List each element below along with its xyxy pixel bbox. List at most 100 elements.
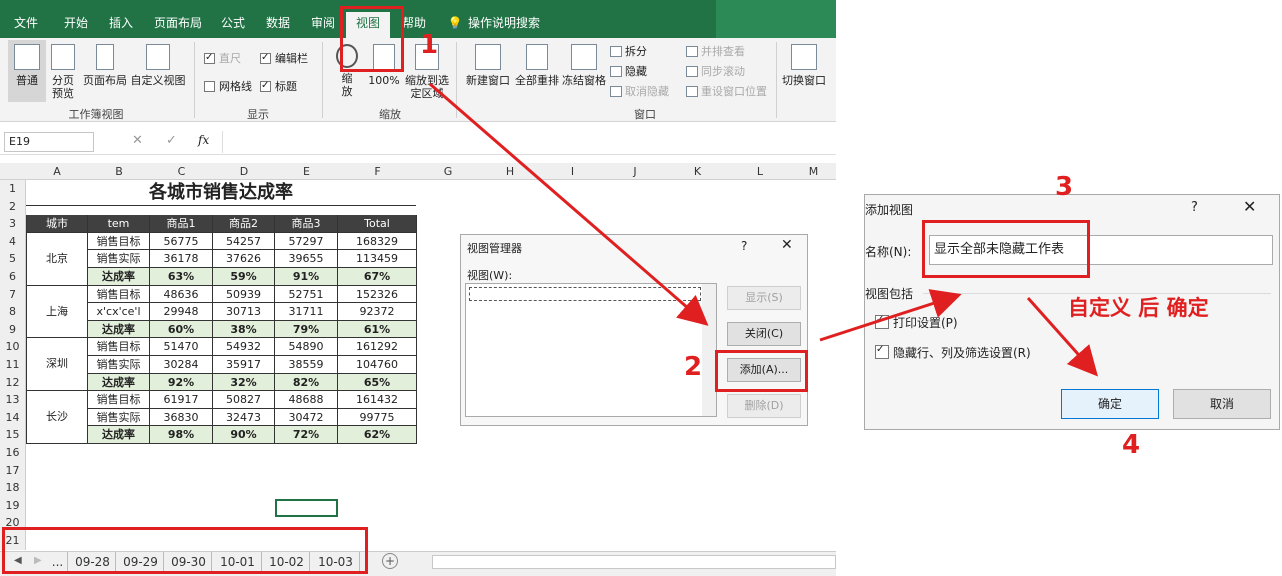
tab-file[interactable]: 文件 xyxy=(6,12,46,34)
cancel-icon[interactable]: ✕ xyxy=(132,133,143,148)
rate-cell[interactable]: 92% xyxy=(150,373,213,392)
table-cell[interactable]: 销售实际 xyxy=(88,250,150,268)
hide-window-button[interactable]: 隐藏 xyxy=(610,64,647,79)
table-header-cell[interactable]: 商品1 xyxy=(150,215,213,233)
tab-page-layout[interactable]: 页面布局 xyxy=(146,12,210,34)
column-header[interactable]: D xyxy=(213,163,275,180)
table-cell[interactable]: 29948 xyxy=(150,303,213,321)
list-focus-item[interactable] xyxy=(469,287,701,301)
reset-window-position-button[interactable]: 重设窗口位置 xyxy=(686,84,767,99)
delete-view-button[interactable]: 删除(D) xyxy=(727,394,801,418)
table-cell[interactable]: 104760 xyxy=(338,356,417,374)
city-cell[interactable]: 深圳 xyxy=(26,338,88,392)
close-icon[interactable]: ✕ xyxy=(1243,197,1256,216)
views-list[interactable] xyxy=(465,283,717,417)
table-cell[interactable]: 92372 xyxy=(338,303,417,321)
rate-cell[interactable]: 67% xyxy=(338,268,417,286)
table-cell[interactable]: 35917 xyxy=(213,356,275,374)
rate-cell[interactable]: 90% xyxy=(213,426,275,444)
table-cell[interactable]: 54890 xyxy=(275,338,338,356)
rate-cell[interactable]: 63% xyxy=(150,268,213,286)
table-cell[interactable]: 50939 xyxy=(213,285,275,304)
table-header-cell[interactable]: 商品3 xyxy=(275,215,338,233)
column-header[interactable]: C xyxy=(150,163,213,180)
table-header-cell[interactable]: 商品2 xyxy=(213,215,275,233)
table-cell[interactable]: 48688 xyxy=(275,391,338,409)
rate-cell[interactable]: 91% xyxy=(275,268,338,286)
table-cell[interactable]: 50827 xyxy=(213,391,275,409)
table-cell[interactable]: 51470 xyxy=(150,338,213,356)
table-cell[interactable]: 37626 xyxy=(213,250,275,268)
tab-home[interactable]: 开始 xyxy=(54,12,98,34)
table-header-cell[interactable]: Total xyxy=(338,215,417,233)
table-cell[interactable]: 销售实际 xyxy=(88,356,150,374)
table-cell[interactable]: 52751 xyxy=(275,285,338,304)
table-cell[interactable]: 销售目标 xyxy=(88,391,150,409)
table-cell[interactable]: 销售目标 xyxy=(88,338,150,356)
add-sheet-icon[interactable]: + xyxy=(382,553,398,569)
table-cell[interactable]: 48636 xyxy=(150,285,213,304)
tab-formulas[interactable]: 公式 xyxy=(212,12,254,34)
switch-windows-button[interactable]: 切换窗口 xyxy=(780,40,828,102)
column-header[interactable]: L xyxy=(729,163,791,180)
row-header[interactable]: 18 xyxy=(0,479,26,497)
formula-input[interactable] xyxy=(222,131,834,153)
formula-bar-checkbox[interactable]: 编辑栏 xyxy=(260,51,308,66)
list-scrollbar[interactable] xyxy=(702,284,716,416)
table-cell[interactable]: 54257 xyxy=(213,232,275,251)
row-header[interactable]: 17 xyxy=(0,461,26,480)
table-cell[interactable]: 销售目标 xyxy=(88,232,150,251)
table-header-cell[interactable]: 城市 xyxy=(26,215,88,233)
row-header[interactable]: 7 xyxy=(0,285,26,304)
ruler-checkbox[interactable]: 直尺 xyxy=(204,51,241,66)
column-header[interactable]: I xyxy=(541,163,604,180)
rate-cell[interactable]: 59% xyxy=(213,268,275,286)
rate-cell[interactable]: 82% xyxy=(275,373,338,392)
table-cell[interactable]: 38559 xyxy=(275,356,338,374)
hidden-rows-filter-checkbox[interactable]: 隐藏行、列及筛选设置(R) xyxy=(875,343,1031,361)
column-header[interactable]: K xyxy=(666,163,729,180)
arrange-all-button[interactable]: 全部重排 xyxy=(514,40,560,102)
row-header[interactable]: 9 xyxy=(0,320,26,339)
table-cell[interactable]: 161432 xyxy=(338,391,417,409)
rate-cell[interactable]: 72% xyxy=(275,426,338,444)
table-cell[interactable]: 39655 xyxy=(275,250,338,268)
view-side-by-side-button[interactable]: 并排查看 xyxy=(686,44,745,59)
table-cell[interactable]: 56775 xyxy=(150,232,213,251)
city-cell[interactable]: 长沙 xyxy=(26,391,88,444)
column-header[interactable]: B xyxy=(88,163,150,180)
row-header[interactable]: 8 xyxy=(0,303,26,321)
rate-cell[interactable]: 达成率 xyxy=(88,320,150,339)
tab-data[interactable]: 数据 xyxy=(256,12,300,34)
cancel-button[interactable]: 取消 xyxy=(1173,389,1271,419)
normal-view-button[interactable]: 普通 xyxy=(8,40,46,102)
tab-review[interactable]: 审阅 xyxy=(302,12,344,34)
table-cell[interactable]: 152326 xyxy=(338,285,417,304)
row-header[interactable]: 1 xyxy=(0,180,26,198)
rate-cell[interactable]: 98% xyxy=(150,426,213,444)
custom-views-button[interactable]: 自定义视图 xyxy=(130,40,186,102)
table-cell[interactable]: 36178 xyxy=(150,250,213,268)
print-settings-checkbox[interactable]: 打印设置(P) xyxy=(875,313,958,331)
rate-cell[interactable]: 达成率 xyxy=(88,373,150,392)
table-cell[interactable]: 31711 xyxy=(275,303,338,321)
freeze-panes-button[interactable]: 冻结窗格 xyxy=(562,40,606,102)
table-cell[interactable]: 54932 xyxy=(213,338,275,356)
row-header[interactable]: 5 xyxy=(0,250,26,268)
column-header[interactable]: G xyxy=(417,163,479,180)
table-cell[interactable]: 161292 xyxy=(338,338,417,356)
table-header-cell[interactable]: tem xyxy=(88,215,150,233)
split-button[interactable]: 拆分 xyxy=(610,44,647,59)
tab-insert[interactable]: 插入 xyxy=(100,12,142,34)
row-header[interactable]: 16 xyxy=(0,444,26,462)
page-layout-view-button[interactable]: 页面布局 xyxy=(82,40,128,102)
row-header[interactable]: 10 xyxy=(0,338,26,356)
name-box[interactable]: E19 xyxy=(4,132,94,152)
horizontal-scrollbar[interactable] xyxy=(432,555,836,569)
table-cell[interactable]: 168329 xyxy=(338,232,417,251)
column-header[interactable]: M xyxy=(791,163,836,180)
rate-cell[interactable]: 62% xyxy=(338,426,417,444)
help-icon[interactable]: ? xyxy=(1191,200,1198,215)
rate-cell[interactable]: 达成率 xyxy=(88,268,150,286)
row-header[interactable]: 19 xyxy=(0,496,26,515)
